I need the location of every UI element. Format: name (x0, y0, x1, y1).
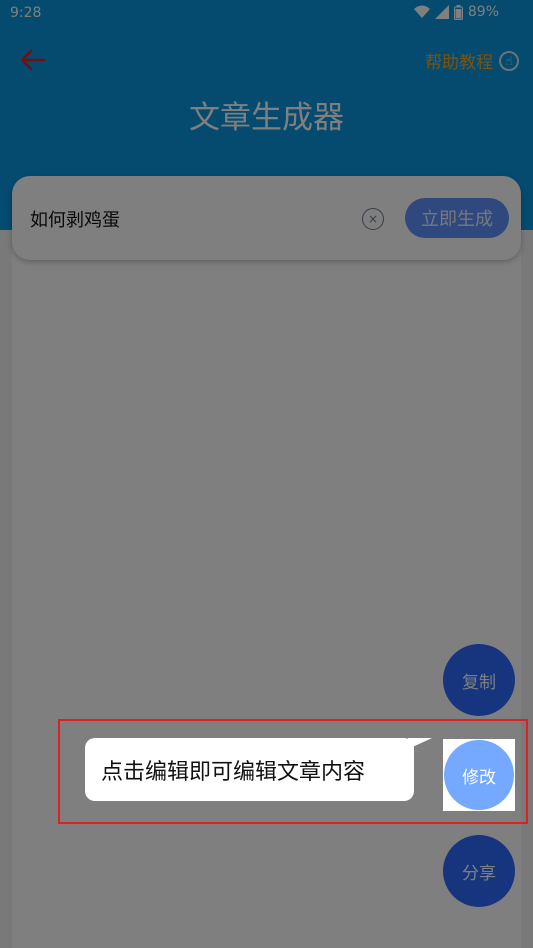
edit-button[interactable]: 修改 (444, 740, 514, 810)
guide-tooltip-tail (405, 738, 433, 750)
guide-tooltip-text: 点击编辑即可编辑文章内容 (101, 759, 366, 785)
guide-tooltip: 点击编辑即可编辑文章内容 (85, 738, 414, 801)
